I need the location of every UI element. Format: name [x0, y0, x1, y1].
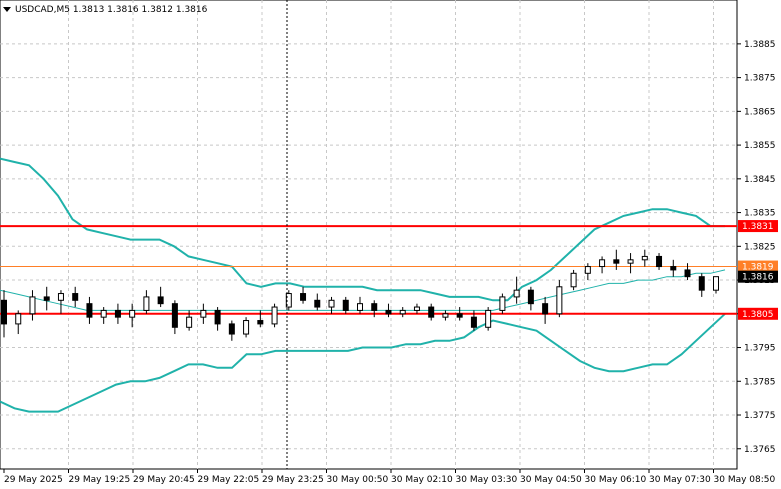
candle-body [641, 255, 648, 261]
candle-body [371, 303, 378, 311]
y-tick-label: 1.3835 [744, 209, 776, 219]
x-tick-label: 29 May 2025 [4, 475, 63, 485]
candle-body [257, 320, 264, 325]
x-tick-label: 30 May 03:30 [456, 475, 518, 485]
candle-body [513, 289, 520, 298]
y-tick-label: 1.3885 [744, 40, 776, 50]
candle-body [499, 296, 506, 311]
x-axis: 29 May 2025 29 May 19:25 29 May 20:45 29 Ma… [3, 469, 776, 485]
y-tick-label: 1.3825 [744, 242, 776, 252]
x-tick-label: 30 May 08:50 [714, 475, 776, 485]
candle-body [599, 259, 606, 268]
y-tick-label: 1.3855 [744, 141, 776, 151]
candle-body [613, 259, 620, 264]
level-price-label: 1.3831 [742, 222, 774, 232]
candle-body [114, 309, 121, 318]
x-tick-label: 30 May 04:50 [520, 475, 582, 485]
candle-body [300, 293, 307, 301]
y-tick-label: 1.3875 [744, 74, 776, 84]
candle-body [200, 309, 207, 318]
x-tick-label: 30 May 02:10 [391, 475, 453, 485]
x-tick-label: 29 May 22:05 [198, 475, 260, 485]
candle-body [86, 303, 93, 318]
candle-body [1, 299, 7, 325]
candle-body [243, 320, 250, 335]
current-price-label: 1.3816 [742, 273, 774, 283]
candle-body [328, 299, 335, 308]
candle-body [399, 309, 406, 315]
candle-body [485, 309, 492, 328]
candle-body [271, 306, 278, 325]
candle-body [428, 306, 435, 318]
candle-body [413, 306, 420, 311]
x-tick-label: 29 May 23:25 [262, 475, 324, 485]
candle-body [57, 293, 64, 301]
price-chart[interactable]: 1.3885 1.3875 1.3865 1.3855 1.3845 1.3835 1.38… [0, 0, 781, 489]
price-labels: 1.38311.38191.38051.3816 [738, 220, 778, 320]
y-tick-label: 1.3765 [744, 445, 776, 455]
y-tick-label: 1.3785 [744, 377, 776, 387]
candle-body [542, 303, 549, 315]
candle-body [314, 299, 321, 308]
candle-body [186, 316, 193, 328]
candle-body [627, 259, 634, 264]
y-tick-label: 1.3865 [744, 107, 776, 117]
y-tick-label: 1.3845 [744, 175, 776, 185]
x-tick-label: 30 May 07:30 [649, 475, 711, 485]
candle-body [29, 296, 36, 315]
candle-body [342, 299, 349, 311]
candle-body [656, 255, 663, 268]
y-axis: 1.3885 1.3875 1.3865 1.3855 1.3845 1.3835 1.38… [737, 40, 776, 455]
candle-body [584, 266, 591, 274]
x-tick-label: 29 May 19:25 [69, 475, 131, 485]
candle-body [556, 286, 563, 315]
symbol-header: USDCAD,M5 1.3813 1.3816 1.3812 1.3816 [15, 5, 208, 15]
y-tick-label: 1.3775 [744, 411, 776, 421]
y-tick-label: 1.3795 [744, 344, 776, 354]
candle-body [43, 296, 50, 301]
candle-body [100, 309, 107, 318]
candle-body [72, 293, 79, 301]
candle-body [470, 316, 477, 328]
candle-body [570, 272, 577, 288]
x-tick-label: 30 May 00:50 [327, 475, 389, 485]
level-price-label: 1.3805 [742, 310, 774, 320]
candle-body [15, 313, 22, 325]
candle-body [143, 296, 150, 311]
candle-body [129, 309, 136, 318]
candle-body [157, 296, 164, 305]
candle-body [214, 309, 221, 325]
x-tick-label: 29 May 20:45 [133, 475, 195, 485]
candle-body [684, 269, 691, 278]
candle-body [456, 313, 463, 318]
candle-body [527, 289, 534, 305]
candle-body [357, 303, 363, 311]
candle-body [385, 309, 392, 315]
x-tick-label: 30 May 06:10 [585, 475, 647, 485]
candle-body [713, 276, 719, 291]
candle-body [228, 323, 235, 335]
candle-body [698, 276, 705, 291]
candle-body [670, 266, 677, 271]
candle-body [442, 313, 449, 318]
candle-body [171, 303, 178, 328]
